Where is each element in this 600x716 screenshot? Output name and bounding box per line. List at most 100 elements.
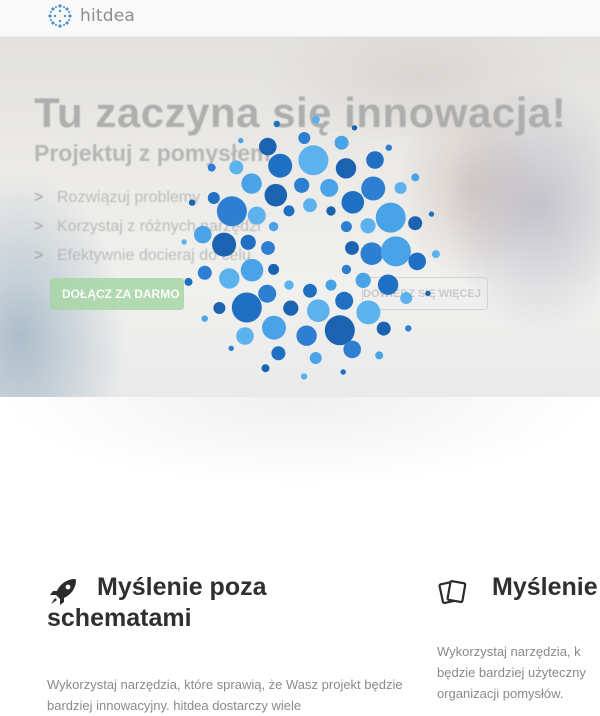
burst-dot (236, 327, 254, 345)
burst-dot (428, 211, 435, 217)
burst-dot (320, 178, 339, 197)
burst-dot (334, 135, 349, 150)
burst-dot (300, 373, 308, 380)
burst-dot (262, 315, 286, 340)
burst-dot (201, 315, 208, 322)
burst-dot (309, 352, 322, 364)
burst-dot (340, 221, 352, 233)
burst-dot (258, 284, 277, 303)
burst-dot (355, 272, 371, 288)
column-header: Myślenie poza schematami (47, 572, 407, 634)
burst-dot (375, 202, 406, 233)
section-shadow (0, 397, 600, 557)
burst-dot (240, 258, 264, 282)
burst-dot (259, 137, 277, 156)
hero-banner: Tu zaczyna się innowacja! Projektuj z po… (0, 37, 600, 397)
burst-dot (376, 321, 391, 336)
burst-dot (345, 241, 359, 255)
burst-dot (268, 221, 279, 232)
burst-dot (425, 290, 431, 297)
burst-dot (335, 291, 354, 310)
chevron-right-icon: > (34, 189, 44, 206)
column-header: Myślenie (437, 572, 600, 605)
burst-dot (385, 144, 392, 151)
rocket-icon (50, 579, 76, 605)
burst-dot (360, 218, 376, 234)
burst-dot (400, 292, 413, 304)
burst-dot (340, 369, 346, 375)
feature-label: Rozwiązuj problemy (57, 189, 201, 206)
burst-dot (377, 274, 399, 295)
column-text: Wykorzystaj narzędzia, które sprawią, że… (47, 677, 403, 713)
burst-dot (213, 302, 226, 314)
burst-dot (212, 232, 237, 257)
burst-dot (231, 292, 262, 323)
burst-dot (311, 115, 320, 124)
burst-dot (207, 163, 216, 172)
burst-dot (411, 173, 420, 182)
burst-dot (324, 315, 355, 346)
chevron-right-icon: > (34, 247, 44, 264)
burst-dot (241, 173, 262, 194)
burst-dot (240, 234, 256, 250)
column-text-line: organizacji pomysłów. (437, 686, 564, 701)
burst-dot (216, 196, 247, 227)
burst-dot (194, 225, 212, 244)
burst-dot (197, 265, 212, 280)
burst-dot (303, 283, 317, 298)
top-bar: hitdea (0, 0, 600, 37)
burst-dot (341, 264, 352, 275)
burst-dot (341, 191, 365, 214)
burst-dot (405, 325, 412, 332)
burst-dot (298, 145, 329, 176)
burst-dot (375, 351, 384, 360)
burst-dot (343, 340, 361, 359)
burst-loading-icon (181, 115, 440, 380)
feature-column-thinking-outside: Myślenie poza schematami Wykorzystaj nar… (47, 565, 407, 716)
burst-dot (261, 364, 270, 373)
burst-dot (351, 125, 358, 131)
burst-dot (298, 132, 311, 144)
brand-name[interactable]: hitdea (80, 6, 135, 26)
burst-dot (394, 182, 407, 194)
column-text: Wykorzystaj narzędzia, k będzie bardziej… (437, 641, 600, 704)
burst-dot (283, 205, 295, 217)
burst-dot (271, 346, 286, 361)
burst-dot (366, 151, 384, 169)
burst-dot (360, 242, 384, 265)
burst-dot (408, 216, 423, 231)
burst-dot (326, 206, 336, 216)
burst-dot (303, 198, 317, 213)
feature-column-second: Myślenie Wykorzystaj narzędzia, k będzie… (437, 565, 600, 704)
join-free-button[interactable]: DOŁĄCZ ZA DARMO (50, 278, 184, 310)
burst-dot (335, 158, 357, 179)
burst-dot (264, 183, 288, 207)
burst-dot (188, 199, 196, 206)
burst-dot (283, 300, 299, 316)
burst-dot (261, 241, 275, 255)
column-title: Myślenie (492, 573, 598, 601)
burst-dot (184, 277, 193, 286)
burst-dot (325, 279, 337, 291)
burst-dot (294, 177, 310, 193)
burst-dot (228, 345, 234, 351)
burst-dot (238, 137, 244, 144)
burst-dot (356, 300, 381, 325)
burst-dot (408, 252, 426, 271)
cards-icon (438, 580, 467, 605)
column-text-line: Wykorzystaj narzędzia, k (437, 644, 581, 659)
column-text-line: będzie bardziej użyteczny (437, 665, 586, 680)
burst-dot (229, 160, 244, 175)
burst-dot (247, 206, 266, 225)
burst-dot (273, 120, 280, 128)
burst-dot (296, 325, 317, 346)
burst-dot (181, 239, 187, 245)
burst-dot (268, 153, 293, 178)
burst-dot (307, 299, 330, 322)
burst-logo-icon[interactable] (47, 3, 73, 29)
burst-dot (207, 192, 220, 204)
chevron-right-icon: > (34, 218, 44, 235)
burst-dot (380, 236, 411, 267)
burst-dot (219, 268, 240, 289)
burst-dot (361, 176, 386, 201)
